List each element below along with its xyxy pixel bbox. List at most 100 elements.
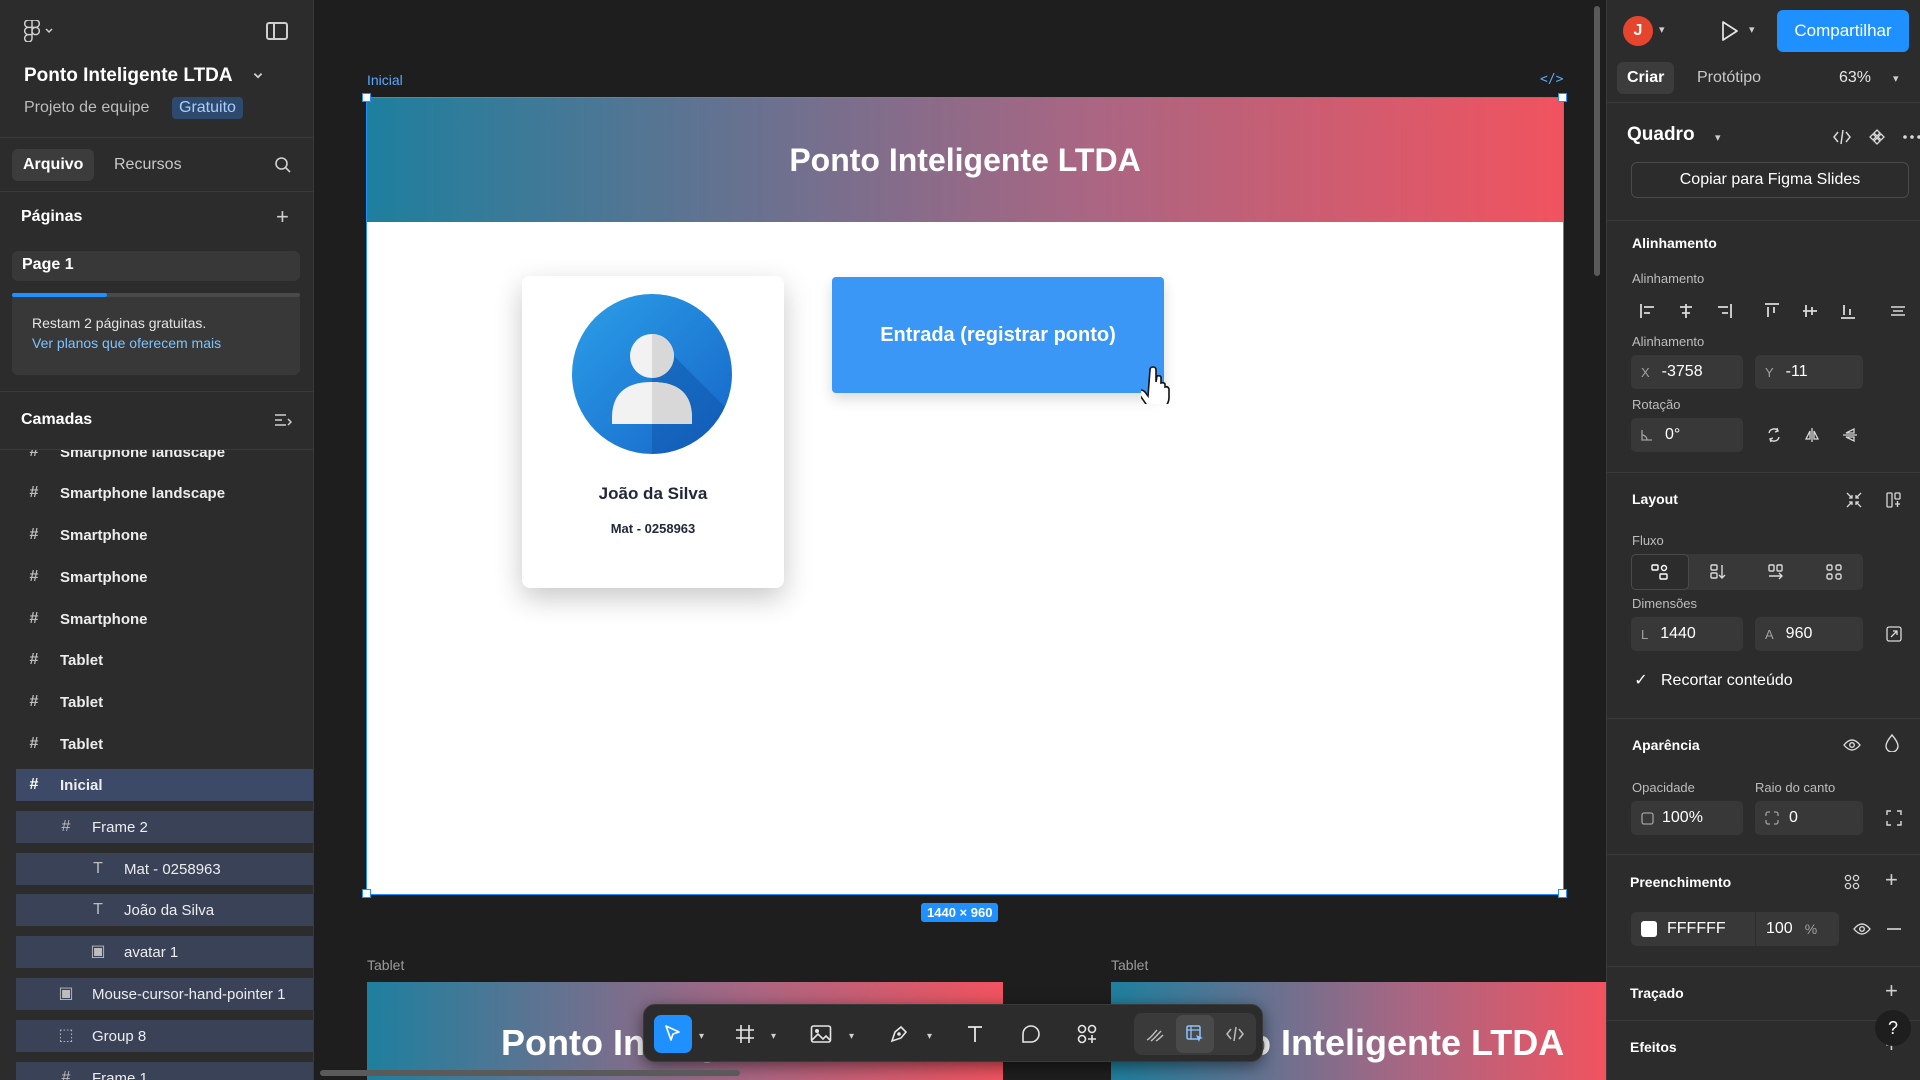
frame-tool-button[interactable] [726, 1015, 764, 1053]
align-left-icon[interactable] [1629, 294, 1667, 328]
search-icon[interactable] [274, 156, 292, 174]
dev-inspect-tool-button[interactable] [1176, 1015, 1214, 1053]
tab-file[interactable]: Arquivo [12, 149, 95, 181]
frame-inicial[interactable]: Ponto Inteligente LTDA João da Silva Mat… [362, 93, 1567, 898]
layer-item[interactable]: # Tablet [16, 644, 313, 676]
collapse-layout-icon[interactable] [1835, 483, 1873, 517]
play-icon[interactable] [1719, 20, 1739, 42]
blend-mode-icon[interactable] [1873, 726, 1911, 760]
layer-item[interactable]: # Smartphone landscape [16, 477, 313, 509]
chevron-down-icon[interactable]: ▾ [699, 1031, 704, 1042]
layer-item[interactable]: # Inicial [16, 769, 313, 801]
tab-design[interactable]: Criar [1617, 62, 1675, 94]
flow-grid-icon[interactable] [1805, 554, 1863, 590]
independent-corners-icon[interactable] [1875, 801, 1913, 835]
clip-content-checkbox[interactable]: ✓ [1631, 671, 1651, 691]
layer-item[interactable]: # Tablet [16, 728, 313, 760]
remove-fill-icon[interactable] [1875, 912, 1913, 946]
horizontal-scrollbar[interactable] [320, 1070, 740, 1076]
eye-icon[interactable] [1833, 728, 1871, 762]
tab-assets[interactable]: Recursos [114, 156, 182, 174]
plan-badge[interactable]: Gratuito [172, 97, 243, 119]
height-input[interactable]: A 960 [1755, 617, 1863, 651]
dev-mode-tool-button[interactable] [1216, 1015, 1254, 1053]
align-center-h-icon[interactable] [1667, 294, 1705, 328]
help-button[interactable]: ? [1875, 1010, 1911, 1046]
layer-item[interactable]: # Smartphone [16, 561, 313, 593]
auto-layout-icon[interactable] [1875, 483, 1913, 517]
align-center-v-icon[interactable] [1791, 294, 1829, 328]
main-menu-button[interactable] [24, 20, 54, 42]
comment-tool-button[interactable] [1012, 1015, 1050, 1053]
align-right-icon[interactable] [1705, 294, 1743, 328]
resize-handle-tr[interactable] [1558, 93, 1567, 102]
layer-item[interactable]: ⬚ Group 8 [16, 1020, 313, 1052]
chevron-down-icon[interactable]: ▾ [1893, 72, 1899, 85]
components-tool-button[interactable] [1068, 1015, 1106, 1053]
chevron-down-icon[interactable]: ▾ [1715, 131, 1721, 144]
share-button[interactable]: Compartilhar [1777, 10, 1909, 52]
chevron-down-icon[interactable]: ▾ [1659, 23, 1665, 36]
entry-button[interactable]: Entrada (registrar ponto) [832, 277, 1164, 393]
layer-item[interactable]: # Smartphone [16, 519, 313, 551]
code-icon[interactable]: </> [1540, 72, 1563, 87]
upsell-link[interactable]: Ver planos que oferecem mais [32, 335, 221, 351]
vertical-scrollbar[interactable] [1594, 6, 1600, 276]
text-tool-button[interactable] [956, 1015, 994, 1053]
code-icon[interactable] [1827, 120, 1857, 154]
move-tool-button[interactable] [654, 1015, 692, 1053]
layer-item[interactable]: ▣ avatar 1 [16, 936, 313, 968]
frame-type-label[interactable]: Quadro [1627, 124, 1695, 146]
rotation-input[interactable]: 0° [1631, 418, 1743, 452]
frame-label-tablet[interactable]: Tablet [1111, 957, 1148, 973]
sidebar-toggle-icon[interactable] [266, 22, 288, 40]
chevron-down-icon[interactable] [252, 70, 264, 82]
flow-vertical-icon[interactable] [1689, 554, 1747, 590]
add-page-icon[interactable]: + [276, 206, 289, 228]
page-item[interactable]: Page 1 [12, 251, 300, 281]
pen-tool-button[interactable] [880, 1015, 918, 1053]
more-icon[interactable] [1897, 120, 1920, 154]
chevron-down-icon[interactable]: ▾ [771, 1031, 776, 1042]
avatar[interactable]: J [1623, 16, 1653, 46]
zoom-level[interactable]: 63% [1839, 69, 1871, 87]
frame-label-inicial[interactable]: Inicial [367, 72, 403, 88]
distribute-icon[interactable] [1879, 294, 1917, 328]
y-input[interactable]: Y -11 [1755, 355, 1863, 389]
rotate-icon[interactable] [1755, 418, 1793, 452]
add-fill-icon[interactable]: + [1885, 869, 1898, 891]
resize-handle-br[interactable] [1558, 889, 1567, 898]
image-tool-button[interactable] [802, 1015, 840, 1053]
resize-handle-tl[interactable] [362, 93, 371, 102]
user-card[interactable]: João da Silva Mat - 0258963 [522, 276, 784, 588]
fill-swatch[interactable] [1641, 921, 1657, 937]
layer-item[interactable]: # Smartphone [16, 603, 313, 635]
flip-vertical-icon[interactable] [1831, 418, 1869, 452]
frame-label-tablet[interactable]: Tablet [367, 957, 404, 973]
layers-menu-icon[interactable] [274, 413, 292, 429]
align-bottom-icon[interactable] [1829, 294, 1867, 328]
flow-freeform-icon[interactable] [1631, 554, 1689, 590]
chevron-down-icon[interactable]: ▾ [1749, 23, 1755, 36]
opacity-input[interactable]: 100% [1631, 801, 1743, 835]
layer-item[interactable]: # Frame 2 [16, 811, 313, 843]
canvas[interactable]: Inicial </> Ponto Inteligente LTDA João … [314, 0, 1606, 1080]
layer-item[interactable]: # Frame 1 [16, 1062, 313, 1080]
chevron-down-icon[interactable]: ▾ [849, 1031, 854, 1042]
draw-tool-button[interactable] [1136, 1015, 1174, 1053]
project-title[interactable]: Ponto Inteligente LTDA [24, 65, 233, 87]
tab-prototype[interactable]: Protótipo [1697, 69, 1761, 87]
resize-to-fit-icon[interactable] [1875, 617, 1913, 651]
layer-item[interactable]: # Smartphone landscape [16, 450, 313, 468]
layer-item[interactable]: ▣ Mouse-cursor-hand-pointer 1 [16, 978, 313, 1010]
layer-item[interactable]: T João da Silva [16, 894, 313, 926]
component-icon[interactable] [1857, 120, 1897, 154]
align-top-icon[interactable] [1753, 294, 1791, 328]
chevron-down-icon[interactable]: ▾ [927, 1031, 932, 1042]
corner-radius-input[interactable]: 0 [1755, 801, 1863, 835]
fill-styles-icon[interactable] [1833, 865, 1871, 899]
layer-item[interactable]: T Mat - 0258963 [16, 853, 313, 885]
width-input[interactable]: L 1440 [1631, 617, 1743, 651]
flow-horizontal-icon[interactable] [1747, 554, 1805, 590]
x-input[interactable]: X -3758 [1631, 355, 1743, 389]
